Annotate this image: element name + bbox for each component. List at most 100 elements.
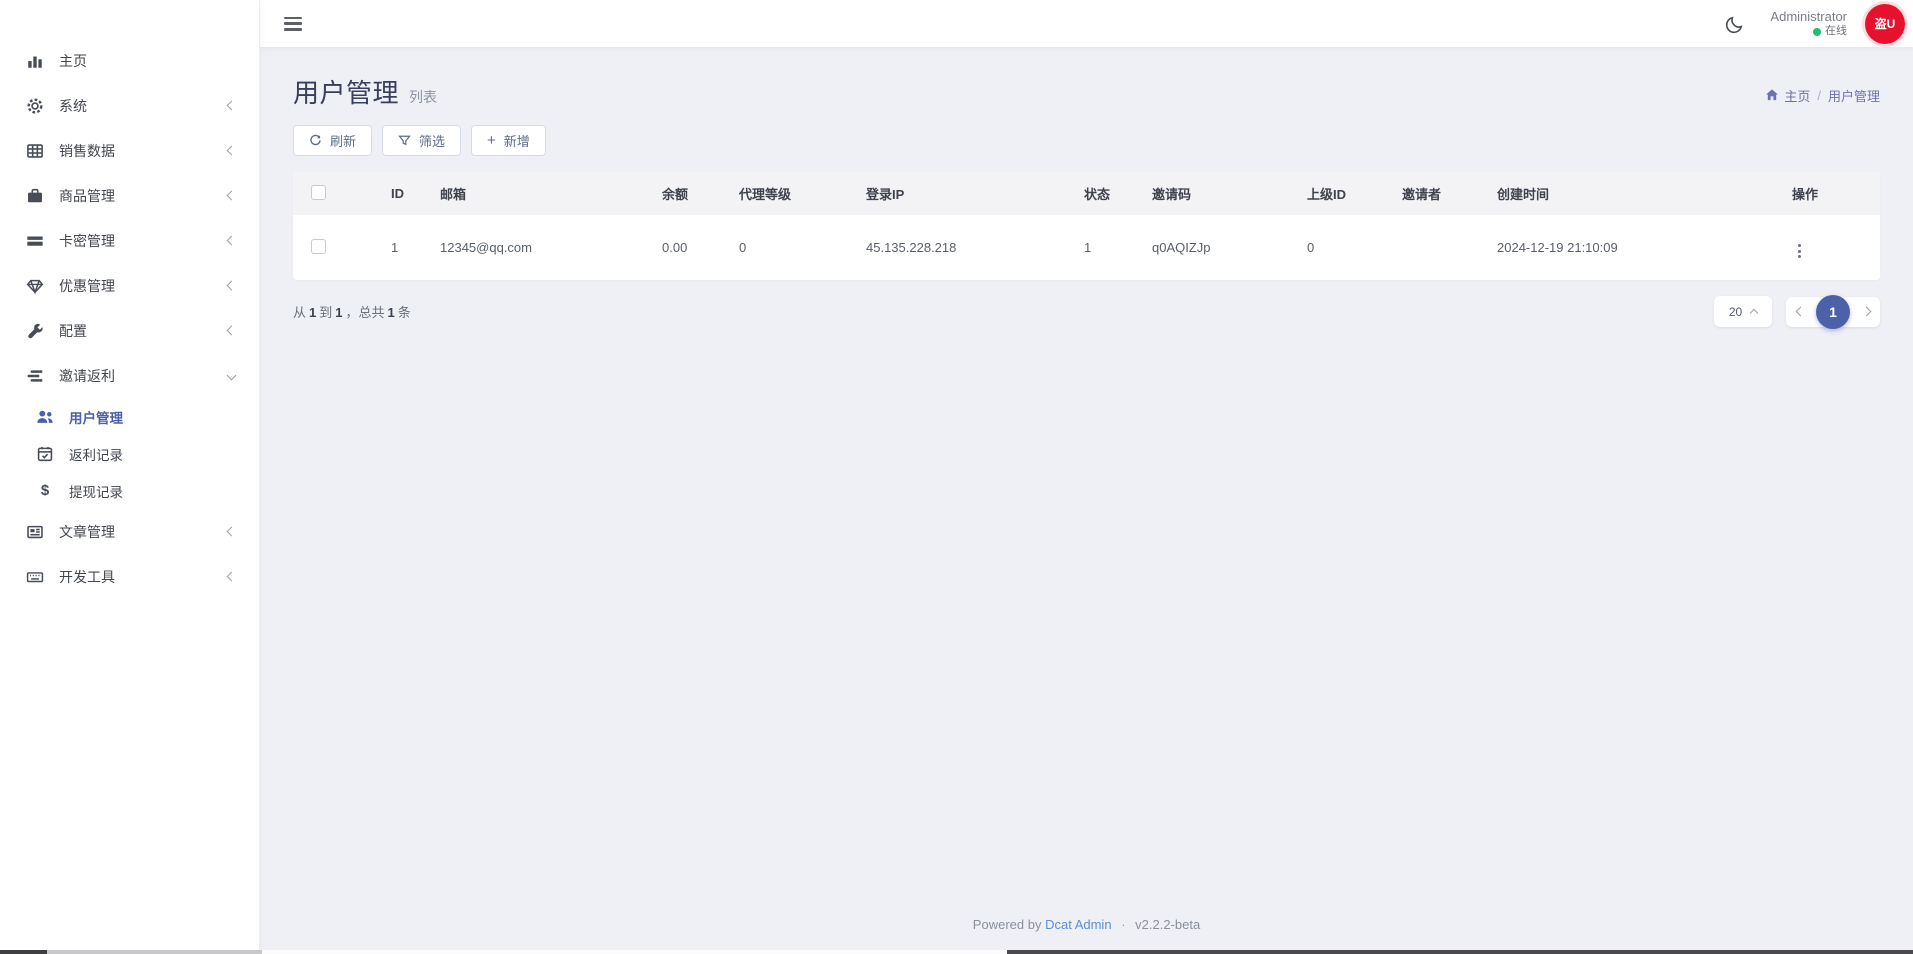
sidebar-item-label: 返利记录 xyxy=(69,444,235,464)
caret-up-icon xyxy=(1750,309,1758,317)
keyboard-icon xyxy=(26,568,44,586)
pagination-summary: 从1到1，总共1条 xyxy=(293,302,411,321)
newspaper-icon xyxy=(26,523,44,541)
chart-bar-icon xyxy=(26,52,44,70)
row-checkbox[interactable] xyxy=(311,239,326,254)
footer-separator: · xyxy=(1121,917,1125,932)
current-page-button[interactable]: 1 xyxy=(1816,295,1850,329)
sidebar-item-rebate-records[interactable]: 返利记录 xyxy=(0,435,259,472)
pagination-controls: 20 1 xyxy=(1714,296,1880,327)
window-bottom-edge xyxy=(0,950,1913,954)
sidebar-submenu-invite: 用户管理 返利记录 $ 提现记录 xyxy=(0,398,259,509)
sidebar-item-card-keys[interactable]: 卡密管理 xyxy=(0,218,259,263)
title-row: 用户管理 列表 主页 / 用户管理 xyxy=(293,73,1880,110)
table-card: ID 邮箱 余额 代理等级 登录IP 状态 邀请码 上级ID 邀请者 创建时间 … xyxy=(293,172,1880,280)
col-header-login-ip: 登录IP xyxy=(858,172,1076,215)
create-button[interactable]: + 新增 xyxy=(471,125,546,156)
breadcrumb-current: 用户管理 xyxy=(1828,86,1880,105)
sidebar-item-invite-rebate[interactable]: 邀请返利 xyxy=(0,353,259,398)
cell-invite-code: q0AQIZJp xyxy=(1144,215,1299,280)
sidebar-item-sales-data[interactable]: 销售数据 xyxy=(0,128,259,173)
sidebar-item-discounts[interactable]: 优惠管理 xyxy=(0,263,259,308)
chevron-left-icon xyxy=(227,281,237,291)
sidebar-item-label: 开发工具 xyxy=(59,567,228,587)
cell-email: 12345@qq.com xyxy=(432,215,654,280)
per-page-select[interactable]: 20 xyxy=(1714,296,1772,327)
chevron-left-icon xyxy=(227,146,237,156)
dark-mode-toggle[interactable] xyxy=(1718,7,1752,41)
sidebar-item-system[interactable]: 系统 xyxy=(0,83,259,128)
sidebar-item-dev-tools[interactable]: 开发工具 xyxy=(0,554,259,599)
cell-parent-id: 0 xyxy=(1299,215,1394,280)
refresh-button[interactable]: 刷新 xyxy=(293,125,372,156)
gear-icon xyxy=(26,97,44,115)
top-header: Administrator 在线 盗U xyxy=(260,0,1913,47)
filter-button-label: 筛选 xyxy=(419,131,445,150)
chevron-left-icon xyxy=(227,326,237,336)
breadcrumb-home-label: 主页 xyxy=(1784,86,1810,105)
chevron-left-icon xyxy=(227,101,237,111)
user-menu[interactable]: Administrator 在线 xyxy=(1770,9,1847,39)
col-header-created-at: 创建时间 xyxy=(1489,172,1784,215)
cell-inviter xyxy=(1394,215,1489,280)
sidebar-item-label: 主页 xyxy=(59,51,235,71)
per-page-value: 20 xyxy=(1729,305,1742,319)
gem-icon xyxy=(26,277,44,295)
sidebar-item-label: 用户管理 xyxy=(69,407,235,427)
briefcase-icon xyxy=(26,187,44,205)
col-header-id: ID xyxy=(383,172,432,215)
sidebar-item-label: 配置 xyxy=(59,321,228,341)
col-header-invite-code: 邀请码 xyxy=(1144,172,1299,215)
hamburger-menu-icon[interactable] xyxy=(284,17,302,31)
next-page-button[interactable] xyxy=(1862,304,1870,320)
sidebar-item-config[interactable]: 配置 xyxy=(0,308,259,353)
col-header-inviter: 邀请者 xyxy=(1394,172,1489,215)
filter-button[interactable]: 筛选 xyxy=(382,125,461,156)
sidebar-item-user-management[interactable]: 用户管理 xyxy=(0,398,259,435)
chevron-right-icon xyxy=(1861,307,1871,317)
sidebar-item-label: 卡密管理 xyxy=(59,231,228,251)
sidebar-item-label: 邀请返利 xyxy=(59,366,228,386)
plus-icon: + xyxy=(487,133,496,148)
sidebar-item-articles[interactable]: 文章管理 xyxy=(0,509,259,554)
col-header-balance: 余额 xyxy=(654,172,731,215)
chevron-left-icon xyxy=(227,191,237,201)
sidebar-item-home[interactable]: 主页 xyxy=(0,38,259,83)
create-button-label: 新增 xyxy=(504,131,530,150)
sidebar-item-label: 优惠管理 xyxy=(59,276,228,296)
main-content: 用户管理 列表 主页 / 用户管理 刷新 筛选 + xyxy=(260,0,1913,954)
page-subtitle: 列表 xyxy=(409,87,437,107)
sidebar: 主页 系统 销售数据 商品管理 卡密管 xyxy=(0,0,260,954)
toolbar: 刷新 筛选 + 新增 xyxy=(293,125,1880,156)
col-header-status: 状态 xyxy=(1076,172,1144,215)
sidebar-item-label: 提现记录 xyxy=(69,481,235,501)
users-table: ID 邮箱 余额 代理等级 登录IP 状态 邀请码 上级ID 邀请者 创建时间 … xyxy=(293,172,1880,280)
col-header-parent-id: 上级ID xyxy=(1299,172,1394,215)
col-header-email: 邮箱 xyxy=(432,172,654,215)
table-row: 1 12345@qq.com 0.00 0 45.135.228.218 1 q… xyxy=(293,215,1880,280)
cell-login-ip: 45.135.228.218 xyxy=(858,215,1076,280)
refresh-icon xyxy=(309,134,322,147)
col-header-actions: 操作 xyxy=(1784,172,1880,215)
page-group: 1 xyxy=(1786,297,1880,327)
chevron-down-icon xyxy=(227,371,237,381)
avatar[interactable]: 盗U xyxy=(1865,4,1905,44)
prev-page-button[interactable] xyxy=(1796,304,1804,320)
sidebar-menu: 主页 系统 销售数据 商品管理 卡密管 xyxy=(0,0,259,599)
select-all-checkbox[interactable] xyxy=(311,185,326,200)
dollar-icon: $ xyxy=(36,482,54,500)
breadcrumb-home-link[interactable]: 主页 xyxy=(1765,86,1810,105)
row-actions-menu-icon[interactable] xyxy=(1792,242,1807,260)
footer: Powered by Dcat Admin · v2.2.2-beta xyxy=(293,905,1880,954)
sidebar-item-label: 文章管理 xyxy=(59,522,228,542)
sidebar-item-label: 系统 xyxy=(59,96,228,116)
users-icon xyxy=(36,408,54,426)
col-header-agent-level: 代理等级 xyxy=(731,172,858,215)
sidebar-item-label: 销售数据 xyxy=(59,141,228,161)
online-dot-icon xyxy=(1813,28,1821,36)
sidebar-item-withdraw-records[interactable]: $ 提现记录 xyxy=(0,472,259,509)
footer-brand-link[interactable]: Dcat Admin xyxy=(1045,917,1111,932)
filter-funnel-icon xyxy=(398,134,411,147)
cell-id: 1 xyxy=(383,215,432,280)
sidebar-item-products[interactable]: 商品管理 xyxy=(0,173,259,218)
